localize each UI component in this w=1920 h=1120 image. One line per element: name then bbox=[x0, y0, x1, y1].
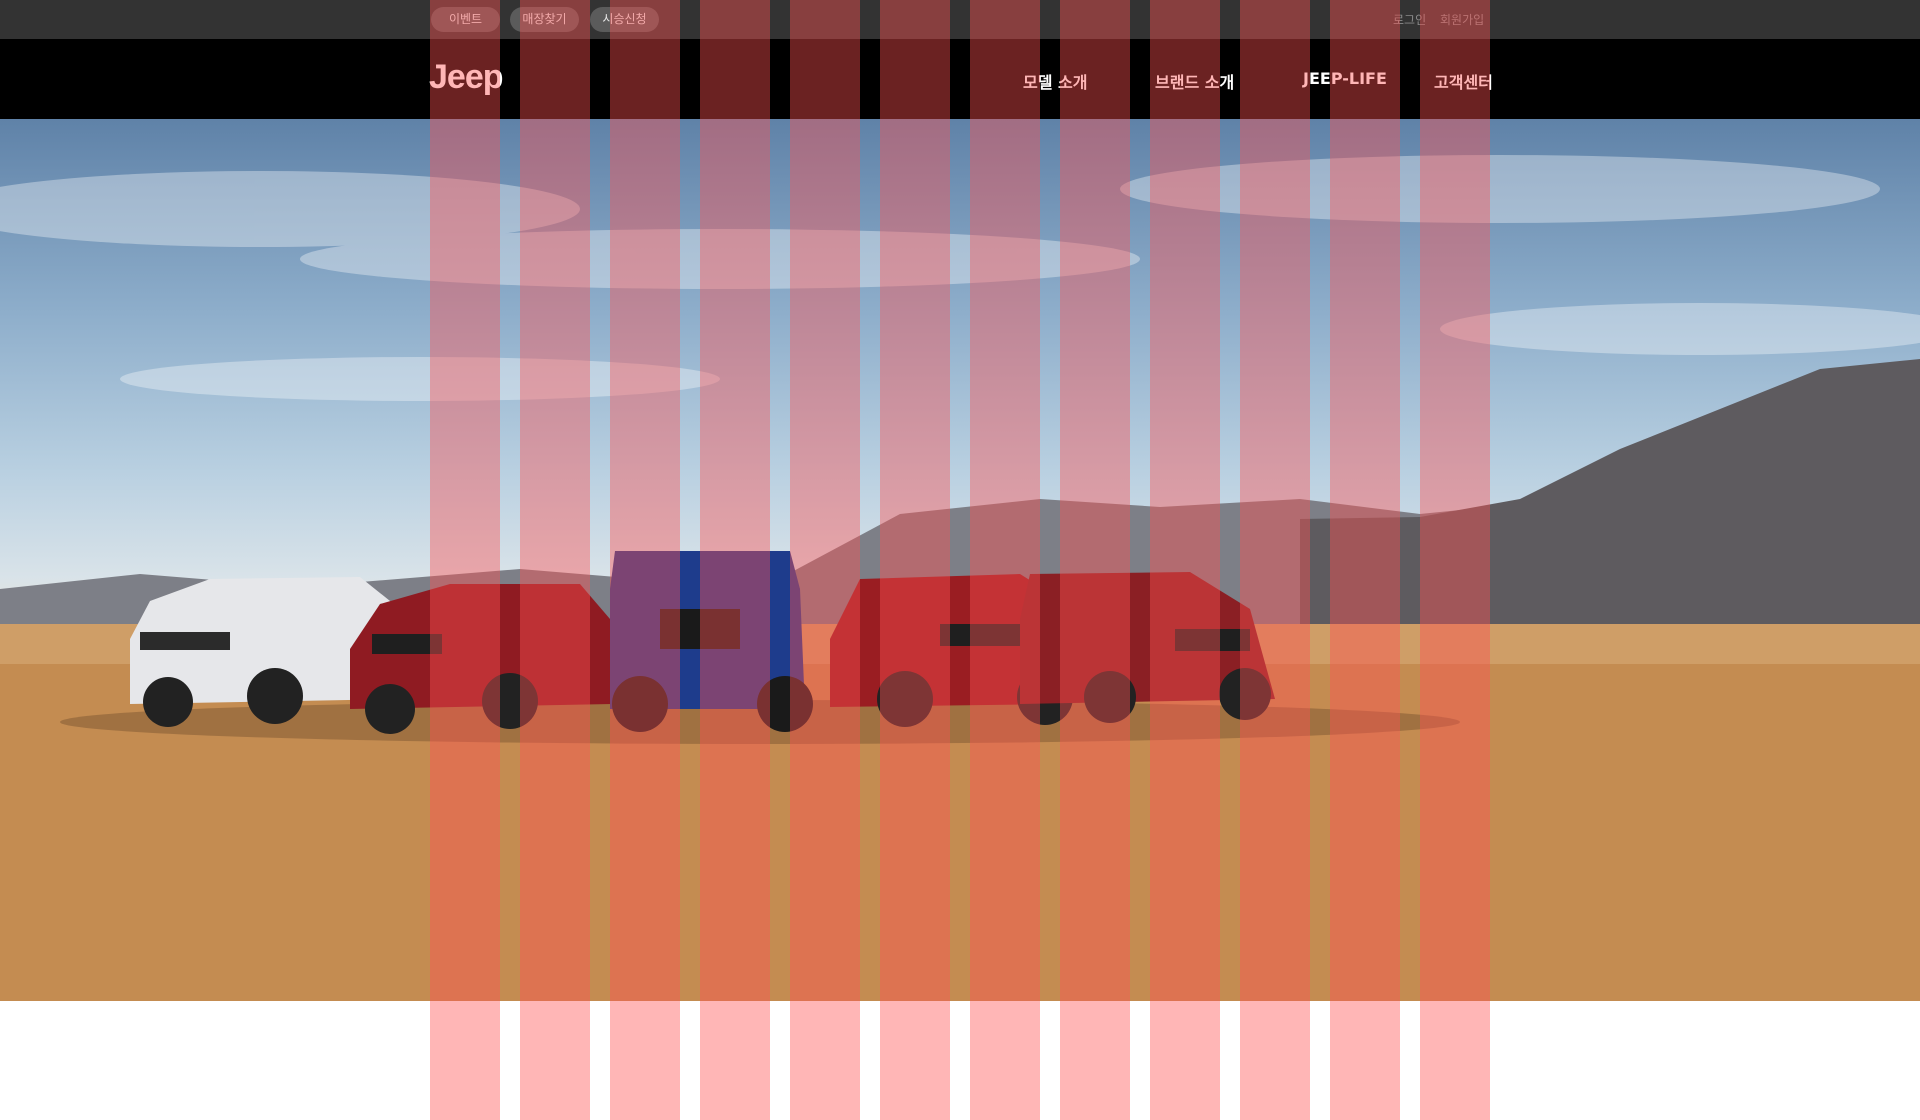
hero-image bbox=[0, 155, 1920, 1001]
store-locator-button[interactable]: 매장찾기 bbox=[510, 7, 579, 32]
event-button[interactable]: 이벤트 bbox=[431, 7, 500, 32]
login-link[interactable]: 로그인 bbox=[1393, 11, 1426, 28]
utility-bar: 이벤트 매장찾기 시승신청 로그인 회원가입 bbox=[0, 0, 1920, 39]
nav-item-brand[interactable]: 브랜드 소개 bbox=[1155, 69, 1234, 93]
hero-banner bbox=[0, 119, 1920, 1001]
signup-link[interactable]: 회원가입 bbox=[1440, 11, 1484, 28]
sky-clouds bbox=[0, 155, 1920, 401]
main-navbar: Jeep 모델 소개 브랜드 소개 JEEP-LIFE 고객센터 bbox=[0, 39, 1920, 119]
nav-item-models[interactable]: 모델 소개 bbox=[1023, 69, 1087, 93]
test-drive-button[interactable]: 시승신청 bbox=[590, 7, 659, 32]
vehicle-wrangler bbox=[610, 551, 813, 732]
nav-item-customer-center[interactable]: 고객센터 bbox=[1434, 69, 1493, 93]
jeep-logo[interactable]: Jeep bbox=[429, 58, 503, 97]
nav-item-jeep-life[interactable]: JEEP-LIFE bbox=[1303, 69, 1387, 88]
